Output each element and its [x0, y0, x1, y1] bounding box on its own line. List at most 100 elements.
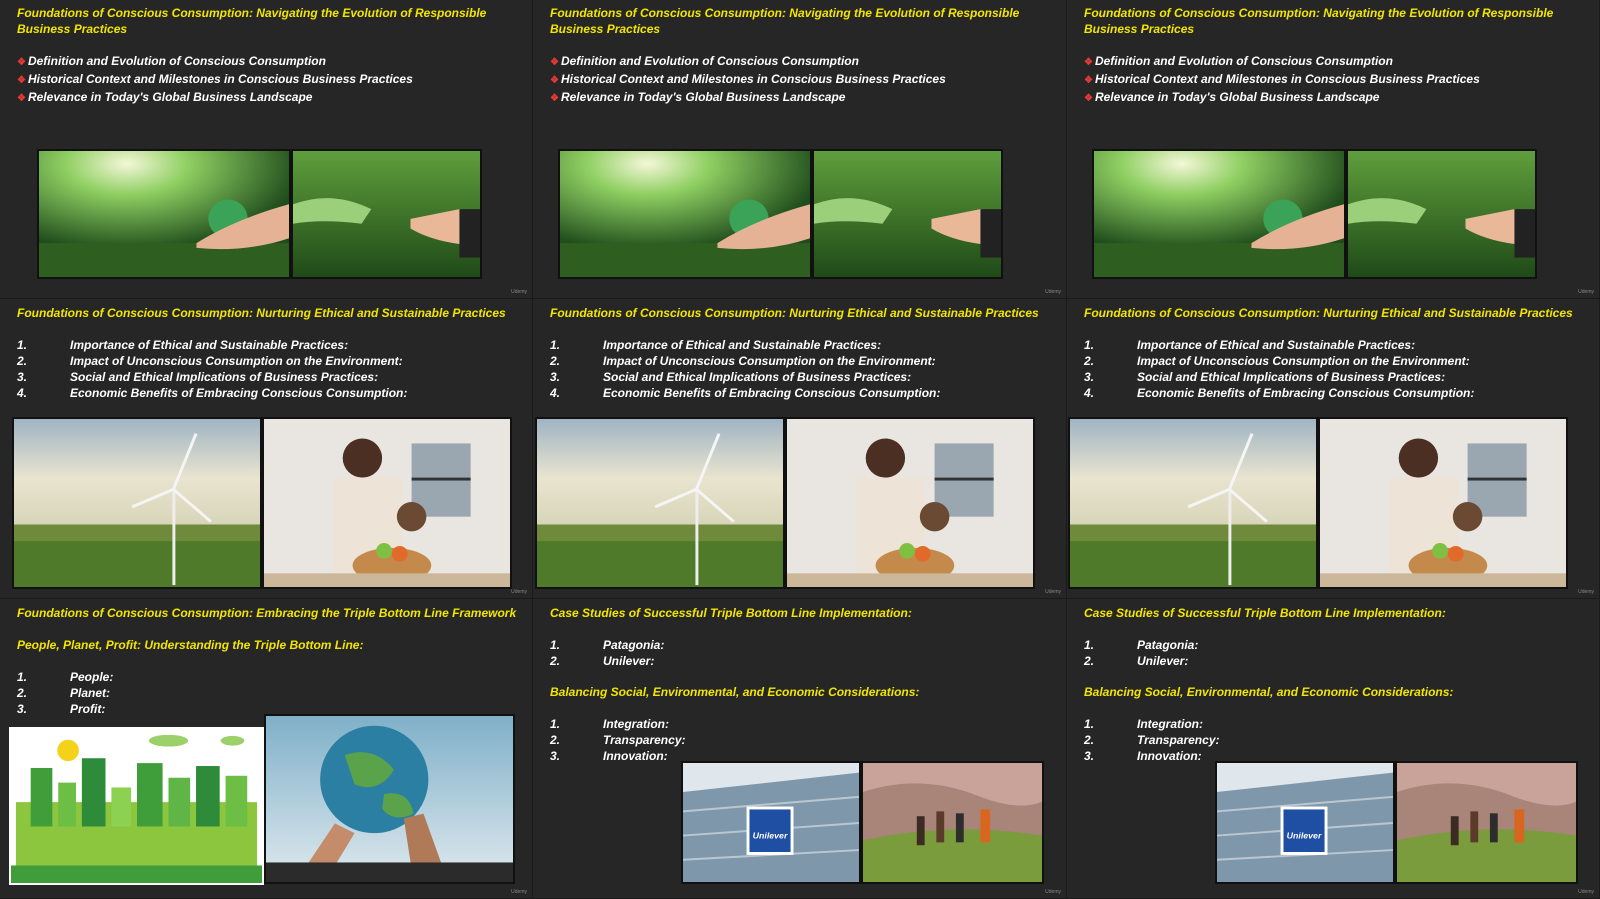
bullet-icon: ❖ [1084, 75, 1093, 86]
bullet-icon: ❖ [550, 57, 559, 68]
list-item: ❖ Historical Context and Milestones in Co… [550, 72, 946, 86]
watermark: Udemy [1045, 889, 1061, 895]
slide-thumbnail[interactable]: Foundations of Conscious Consumption: Na… [533, 0, 1067, 299]
list-item: 3. Profit: [17, 702, 106, 716]
list-item: 2. Impact of Unconscious Consumption on t… [550, 354, 936, 368]
slide-thumbnail[interactable]: Foundations of Conscious Consumption: Nu… [533, 299, 1067, 599]
list-item: 3. Innovation: [1084, 749, 1202, 763]
watermark: Udemy [511, 289, 527, 295]
numbered-list: 1. People: 2. Planet: 3. Profit: [17, 669, 113, 717]
list-item: 2. Unilever: [1084, 654, 1189, 668]
numbered-list: 1. Patagonia: 2. Unilever: [1084, 637, 1198, 669]
slide-title: Foundations of Conscious Consumption: Nu… [550, 306, 1039, 320]
list-item: 4. Economic Benefits of Embracing Conscio… [550, 386, 941, 400]
numbered-list: 1. Integration: 2. Transparency: 3. Innovat… [550, 716, 685, 764]
earth-in-hands-image [37, 149, 291, 279]
list-item: ❖ Definition and Evolution of Conscious C… [550, 54, 859, 68]
list-item: 2. Transparency: [1084, 733, 1220, 747]
family-fruit-kitchen-image [785, 417, 1035, 589]
watermark: Udemy [1045, 589, 1061, 595]
list-item: ❖ Relevance in Today's Global Business La… [1084, 90, 1380, 104]
hikers-mountain-image [1395, 761, 1578, 884]
bullet-list: ❖ Definition and Evolution of Conscious C… [17, 53, 413, 107]
slide-thumbnail[interactable]: Foundations of Conscious Consumption: Em… [0, 599, 533, 899]
family-fruit-kitchen-image [1318, 417, 1568, 589]
list-item: 1. Importance of Ethical and Sustainable … [17, 338, 349, 352]
slide-title: Foundations of Conscious Consumption: Na… [17, 6, 487, 36]
numbered-list: 1. Importance of Ethical and Sustainable … [17, 337, 407, 401]
bullet-list: ❖ Definition and Evolution of Conscious C… [1084, 53, 1480, 107]
list-item: ❖ Definition and Evolution of Conscious C… [17, 54, 326, 68]
unilever-building-image: Unilever [681, 761, 861, 884]
list-item: 1. Integration: [550, 717, 669, 731]
slide-title: Foundations of Conscious Consumption: Na… [550, 6, 1020, 36]
list-item: 3. Social and Ethical Implications of Bus… [1084, 370, 1446, 384]
earth-in-hands-image [558, 149, 812, 279]
list-item: 1. Patagonia: [1084, 638, 1199, 652]
list-item: 4. Economic Benefits of Embracing Conscio… [17, 386, 408, 400]
handshake-nature-image [812, 149, 1003, 279]
slide-subtitle: People, Planet, Profit: Understanding th… [17, 638, 364, 652]
slide-thumbnail[interactable]: Case Studies of Successful Triple Bottom… [533, 599, 1067, 899]
numbered-list: 1. Importance of Ethical and Sustainable … [1084, 337, 1474, 401]
slide-thumbnail-grid: Foundations of Conscious Consumption: Na… [0, 0, 1600, 899]
bullet-icon: ❖ [17, 75, 26, 86]
list-item: 1. People: [17, 670, 114, 684]
slide-title: Foundations of Conscious Consumption: Nu… [17, 306, 506, 320]
watermark: Udemy [1578, 289, 1594, 295]
list-item: 1. Importance of Ethical and Sustainable … [1084, 338, 1416, 352]
list-item: ❖ Historical Context and Milestones in Co… [17, 72, 413, 86]
slide-subtitle: Balancing Social, Environmental, and Eco… [1084, 685, 1454, 699]
bullet-icon: ❖ [1084, 93, 1093, 104]
family-fruit-kitchen-image [262, 417, 512, 589]
slide-title: Foundations of Conscious Consumption: Nu… [1084, 306, 1573, 320]
slide-thumbnail[interactable]: Case Studies of Successful Triple Bottom… [1067, 599, 1600, 899]
list-item: 3. Social and Ethical Implications of Bus… [17, 370, 379, 384]
slide-thumbnail[interactable]: Foundations of Conscious Consumption: Na… [1067, 0, 1600, 299]
handshake-nature-image [291, 149, 482, 279]
watermark: Udemy [1578, 889, 1594, 895]
slide-thumbnail[interactable]: Foundations of Conscious Consumption: Nu… [1067, 299, 1600, 599]
wind-turbine-image [12, 417, 262, 589]
slide-thumbnail[interactable]: Foundations of Conscious Consumption: Na… [0, 0, 533, 299]
slide-title: Foundations of Conscious Consumption: Em… [17, 606, 517, 620]
bullet-icon: ❖ [17, 93, 26, 104]
hands-holding-globe-image [264, 714, 515, 884]
handshake-nature-image [1346, 149, 1537, 279]
watermark: Udemy [1578, 589, 1594, 595]
slide-title: Foundations of Conscious Consumption: Na… [1084, 6, 1554, 36]
hikers-mountain-image [861, 761, 1044, 884]
bullet-icon: ❖ [1084, 57, 1093, 68]
numbered-list: 1. Patagonia: 2. Unilever: [550, 637, 664, 669]
bullet-icon: ❖ [550, 75, 559, 86]
list-item: ❖ Historical Context and Milestones in Co… [1084, 72, 1480, 86]
list-item: 1. Patagonia: [550, 638, 665, 652]
earth-in-hands-image [1092, 149, 1346, 279]
slide-subtitle: Balancing Social, Environmental, and Eco… [550, 685, 920, 699]
unilever-logo: Unilever [1287, 831, 1322, 841]
list-item: 3. Innovation: [550, 749, 668, 763]
list-item: 3. Social and Ethical Implications of Bus… [550, 370, 912, 384]
bullet-icon: ❖ [17, 57, 26, 68]
wind-turbine-image [535, 417, 785, 589]
list-item: 2. Impact of Unconscious Consumption on t… [1084, 354, 1470, 368]
numbered-list: 1. Integration: 2. Transparency: 3. Innovat… [1084, 716, 1219, 764]
green-city-illustration [9, 727, 264, 885]
list-item: ❖ Relevance in Today's Global Business La… [17, 90, 313, 104]
list-item: 2. Impact of Unconscious Consumption on t… [17, 354, 403, 368]
list-item: 4. Economic Benefits of Embracing Conscio… [1084, 386, 1475, 400]
numbered-list: 1. Importance of Ethical and Sustainable … [550, 337, 940, 401]
bullet-list: ❖ Definition and Evolution of Conscious C… [550, 53, 946, 107]
list-item: 1. Integration: [1084, 717, 1203, 731]
list-item: ❖ Definition and Evolution of Conscious C… [1084, 54, 1393, 68]
list-item: 1. Importance of Ethical and Sustainable … [550, 338, 882, 352]
slide-title: Case Studies of Successful Triple Bottom… [1084, 606, 1446, 620]
list-item: 2. Unilever: [550, 654, 655, 668]
list-item: ❖ Relevance in Today's Global Business La… [550, 90, 846, 104]
slide-title: Case Studies of Successful Triple Bottom… [550, 606, 912, 620]
list-item: 2. Planet: [17, 686, 111, 700]
watermark: Udemy [1045, 289, 1061, 295]
slide-thumbnail[interactable]: Foundations of Conscious Consumption: Nu… [0, 299, 533, 599]
unilever-building-image: Unilever [1215, 761, 1395, 884]
wind-turbine-image [1068, 417, 1318, 589]
